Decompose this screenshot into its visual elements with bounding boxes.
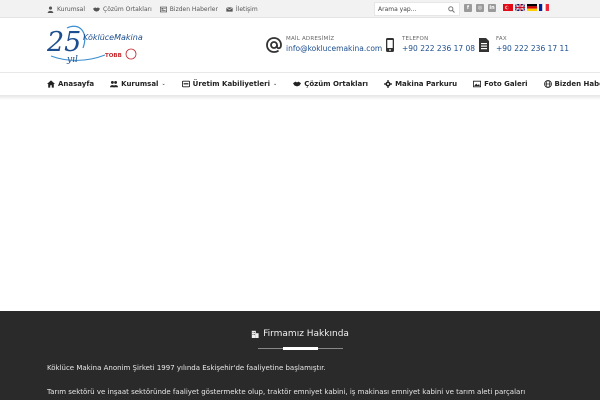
nav-item-makina-parkuru[interactable]: Makina Parkuru (384, 80, 457, 88)
contact-mail: MAİL ADRESİMİZ info@koklucemakina.com (266, 35, 382, 54)
site-logo[interactable]: 25 yıl KöklüceMakina TOBB (46, 22, 152, 66)
search-box (374, 2, 460, 16)
nav-item-label: Kurumsal (121, 80, 159, 88)
building-icon (251, 330, 259, 338)
contact-label: FAX (496, 36, 507, 42)
contact-label: MAİL ADRESİMİZ (286, 36, 335, 42)
contact-email-link[interactable]: info@koklucemakina.com (286, 43, 382, 54)
nav-item-label: Üretim Kabiliyetleri (192, 80, 271, 88)
logo-anniversary-number: 25 (47, 27, 81, 58)
main-nav: Anasayfa Kurumsal ⌄ Üretim Kabiliyetleri… (0, 72, 600, 96)
phone-icon (386, 38, 394, 52)
top-bar: Kurumsal Çözüm Ortakları Bizden Haberler… (0, 0, 600, 18)
home-icon (47, 80, 55, 88)
top-links: Kurumsal Çözüm Ortakları Bizden Haberler… (47, 0, 258, 18)
handshake-icon (93, 6, 101, 12)
search-input[interactable] (378, 4, 444, 14)
contact-phone: TELEFON +90 222 236 17 08 (382, 35, 475, 54)
top-link-label: İletişim (235, 5, 258, 13)
chevron-down-icon: ⌄ (161, 81, 166, 87)
nav-item-uretim-kabiliyetleri[interactable]: Üretim Kabiliyetleri ⌄ (181, 80, 278, 88)
nav-item-label: Makina Parkuru (395, 80, 458, 88)
footer-paragraph: Köklüce Makina Anonim Şirketi 1997 yılın… (47, 364, 326, 372)
tools-icon (181, 80, 190, 88)
top-link-label: Kurumsal (57, 5, 86, 13)
footer-paragraph: Tarım sektörü ve inşaat sektöründe faali… (47, 388, 526, 396)
nav-item-kurumsal[interactable]: Kurumsal ⌄ (110, 80, 166, 88)
logo-brand-text: KöklüceMakina (83, 33, 143, 42)
nav-item-label: Foto Galeri (484, 80, 528, 88)
newspaper-icon (159, 6, 167, 12)
footer-title: Firmamız Hakkında (0, 329, 600, 339)
facebook-icon[interactable]: f (464, 4, 472, 12)
flag-en-icon[interactable] (515, 4, 525, 11)
nav-item-bizden-haberler[interactable]: Bizden Haberler (543, 80, 600, 88)
top-link-label: Çözüm Ortakları (103, 5, 152, 13)
footer-title-text: Firmamız Hakkında (263, 329, 349, 339)
contact-label: TELEFON (402, 36, 429, 42)
top-link-cozum-ortaklari[interactable]: Çözüm Ortakları (93, 6, 152, 13)
top-link-iletisim[interactable]: İletişim (226, 6, 258, 13)
top-link-bizden-haberler[interactable]: Bizden Haberler (159, 5, 218, 13)
flag-tr-icon[interactable] (503, 4, 513, 11)
nav-item-label: Çözüm Ortakları (304, 80, 369, 88)
gear-icon (384, 80, 393, 88)
logo-badge-text: TOBB (105, 53, 122, 59)
fax-icon (479, 38, 489, 52)
language-flags (503, 4, 549, 11)
contact-fax-value: +90 222 236 17 11 (496, 44, 570, 53)
user-icon (47, 6, 54, 13)
linkedin-icon[interactable]: in (488, 4, 496, 12)
globe-icon (543, 80, 552, 88)
nav-shadow (0, 96, 600, 100)
contact-fax: FAX +90 222 236 17 11 (476, 35, 569, 54)
flag-de-icon[interactable] (527, 4, 537, 11)
footer-divider-accent (283, 347, 318, 350)
nav-item-label: Anasayfa (58, 80, 95, 88)
nav-item-cozum-ortaklari[interactable]: Çözüm Ortakları (293, 80, 368, 88)
instagram-icon[interactable]: ◎ (476, 4, 484, 12)
top-link-label: Bizden Haberler (169, 5, 218, 13)
page: Kurumsal Çözüm Ortakları Bizden Haberler… (0, 0, 600, 400)
nav-item-label: Bizden Haberler (554, 80, 600, 88)
flag-fr-icon[interactable] (539, 4, 549, 11)
nav-item-foto-galeri[interactable]: Foto Galeri (473, 80, 528, 88)
chevron-down-icon: ⌄ (273, 81, 278, 87)
envelope-icon (226, 6, 233, 12)
top-link-kurumsal[interactable]: Kurumsal (47, 6, 85, 13)
footer-about: Firmamız Hakkında Köklüce Makina Anonim … (0, 311, 600, 400)
handshake-icon (293, 81, 302, 87)
users-icon (110, 80, 119, 88)
image-icon (473, 80, 482, 88)
nav-item-anasayfa[interactable]: Anasayfa (47, 80, 94, 88)
contact-phone-value[interactable]: +90 222 236 17 08 (402, 43, 475, 54)
search-icon[interactable] (448, 6, 455, 13)
logo-anniversary-word: yıl (66, 55, 78, 65)
social-links: f ◎ in (464, 4, 496, 12)
at-icon (266, 37, 282, 53)
